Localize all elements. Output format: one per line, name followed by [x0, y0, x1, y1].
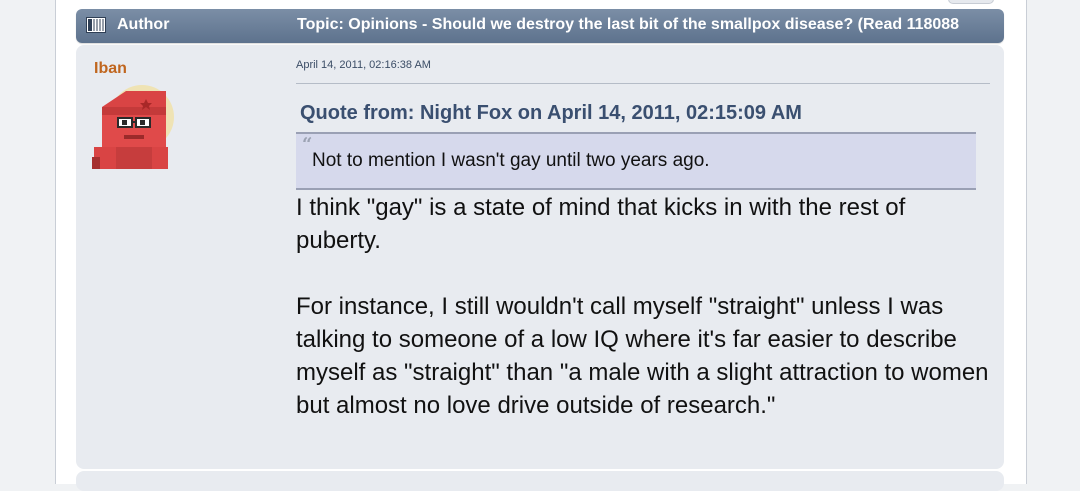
quote-header-link[interactable]: Quote from: Night Fox on April 14, 2011,…: [300, 102, 802, 125]
post-divider: [296, 83, 990, 84]
quote-block: “ Not to mention I wasn't gay until two …: [296, 132, 976, 190]
topic-board-icon: [86, 17, 106, 33]
post-body: I think "gay" is a state of mind that ki…: [296, 191, 996, 455]
poster-name-link[interactable]: Iban: [94, 60, 127, 78]
quote-mark-icon: “: [302, 134, 313, 155]
topic-title: Topic: Opinions - Should we destroy the …: [297, 16, 960, 33]
user-avatar: [92, 85, 178, 169]
post-timestamp: April 14, 2011, 02:16:38 AM: [296, 59, 431, 71]
author-column-label: Author: [117, 16, 170, 33]
quote-text: Not to mention I wasn't gay until two ye…: [312, 150, 710, 171]
post-paragraph: For instance, I still wouldn't call myse…: [296, 293, 989, 419]
topic-header-bar: Author Topic: Opinions - Should we destr…: [76, 9, 1004, 43]
forum-post: Iban April 14, 2011, 02:16:38 AM Quote f…: [76, 45, 1004, 469]
post-paragraph: I think "gay" is a state of mind that ki…: [296, 194, 906, 254]
top-button-stub[interactable]: [948, 0, 994, 4]
next-post-stub: [76, 471, 1004, 491]
